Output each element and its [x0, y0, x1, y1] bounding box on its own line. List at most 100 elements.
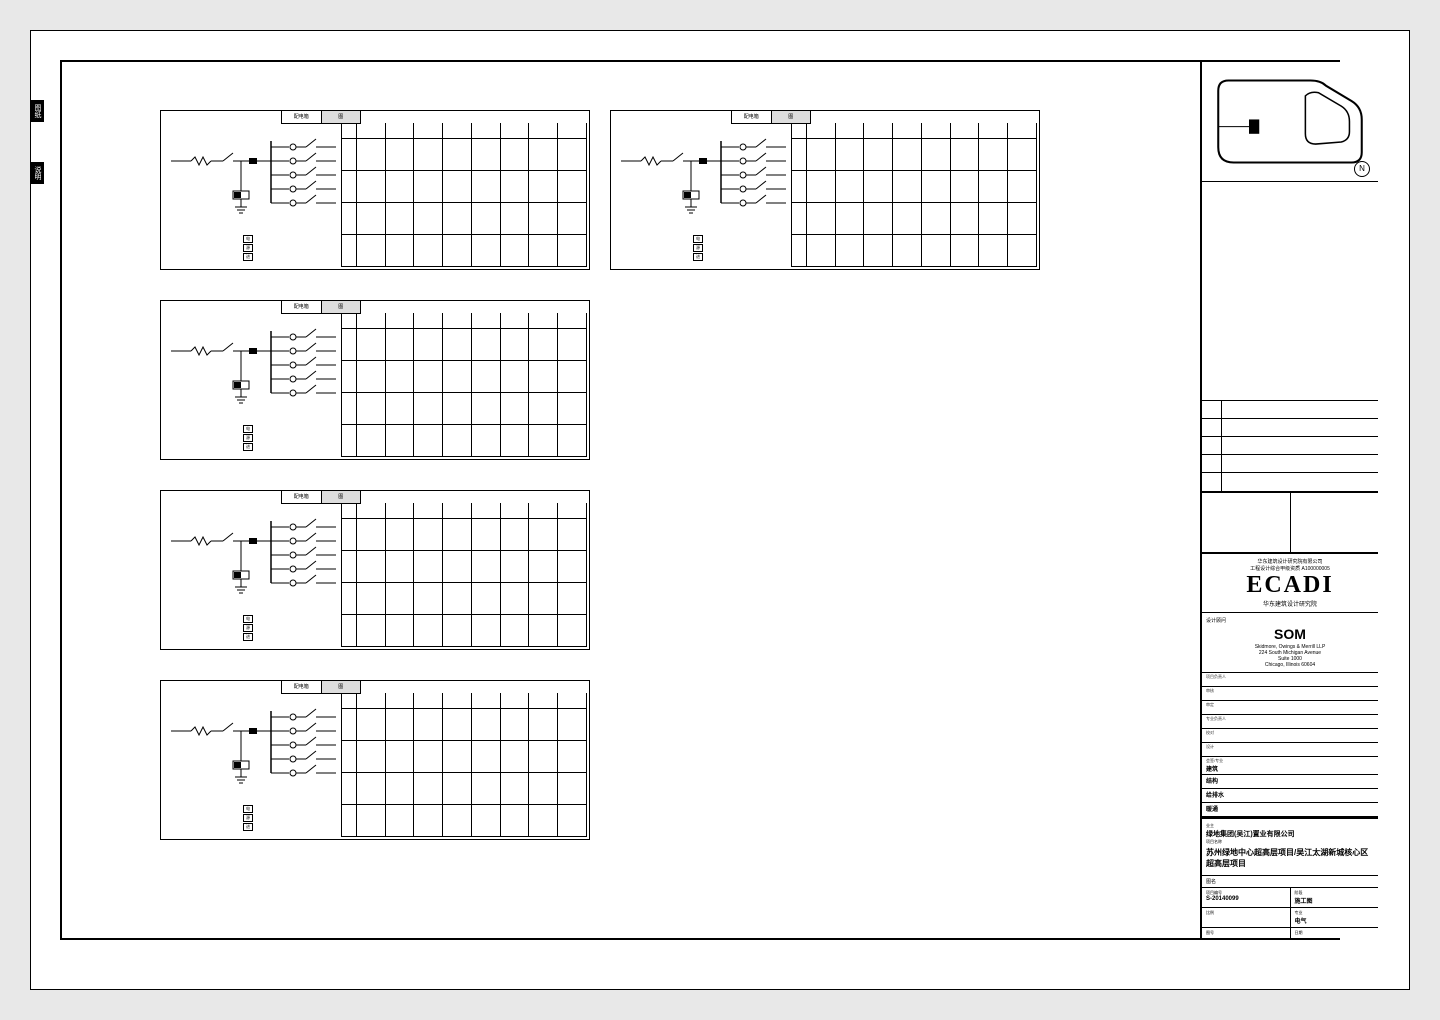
badge-char: 进 [693, 253, 703, 261]
field-label: 专业负责人 [1206, 716, 1374, 722]
revision-row [1202, 401, 1378, 419]
date-label: 日期 [1295, 930, 1375, 936]
stamp-cell-2 [1291, 493, 1379, 552]
dwg-cell: 图号 [1202, 928, 1291, 938]
rev-no [1202, 437, 1222, 454]
field-label: 审定 [1206, 702, 1374, 708]
diagram-area: 配电箱图 [80, 80, 1060, 920]
block-header: 配电箱图 [281, 300, 361, 314]
scale-label: 比例 [1206, 910, 1286, 916]
signature-fields: 项目负责人审核审定专业负责人校对设计会签/专业建筑结构给排水暖通 [1202, 672, 1378, 817]
revision-row [1202, 419, 1378, 437]
badge-char: 源 [243, 814, 253, 822]
circuit-table [341, 693, 587, 837]
consultant-name: SOM [1206, 626, 1374, 642]
stamp-area [1202, 492, 1378, 552]
edge-label-2: 说明 [30, 162, 44, 184]
badge-char: 电 [243, 805, 253, 813]
circuit-diagram [171, 521, 341, 613]
consultant-label: 设计顾问 [1206, 617, 1374, 624]
field-label: 审核 [1206, 688, 1374, 694]
circuit-table-grid [342, 123, 587, 267]
schematic-block: 配电箱图 [160, 300, 590, 460]
disc-val: 电气 [1295, 916, 1375, 925]
field-label: 项目负责人 [1206, 674, 1374, 680]
schematic-block: 配电箱图 [160, 490, 590, 650]
signature-field: 设计 [1202, 743, 1378, 757]
badge-char: 电 [243, 425, 253, 433]
consultant-block: 设计顾问 SOM Skidmore, Owings & Merrill LLP … [1202, 612, 1378, 672]
badge-char: 源 [243, 624, 253, 632]
revision-table [1202, 400, 1378, 492]
block-header-a: 配电箱 [282, 491, 322, 503]
circuit-table-grid [342, 693, 587, 837]
badge-char: 源 [693, 244, 703, 252]
firm-name-sub: 华东建筑设计研究院 [1206, 599, 1374, 608]
north-arrow: N [1354, 161, 1370, 177]
schematic-block: 配电箱图 [610, 110, 1040, 270]
edge-label-1: 图纸 [30, 100, 44, 122]
block-header: 配电箱图 [281, 680, 361, 694]
badge-char: 电 [693, 235, 703, 243]
sheet-title: 图名 [1202, 875, 1378, 887]
badge-char: 源 [243, 244, 253, 252]
rev-desc [1222, 455, 1378, 472]
badge-char: 进 [243, 443, 253, 451]
rev-no [1202, 455, 1222, 472]
signature-field: 审核 [1202, 687, 1378, 701]
field-val: 暖通 [1206, 804, 1374, 813]
block-header-b: 图 [322, 681, 361, 693]
revision-row [1202, 473, 1378, 491]
revision-row [1202, 455, 1378, 473]
field-val: 建筑 [1206, 764, 1374, 773]
signature-field: 项目负责人 [1202, 673, 1378, 687]
signature-field: 结构 [1202, 775, 1378, 789]
block-header-a: 配电箱 [282, 301, 322, 313]
rev-desc [1222, 419, 1378, 436]
keyplan-outline [1208, 68, 1372, 175]
block-header-b: 图 [772, 111, 811, 123]
circuit-table-grid [342, 313, 587, 457]
circuit-diagram [171, 331, 341, 423]
block-header-a: 配电箱 [732, 111, 772, 123]
signature-field: 会签/专业建筑 [1202, 757, 1378, 775]
block-header-b: 图 [322, 491, 361, 503]
project-no-cell: 项目编号 S-20140099 [1202, 888, 1291, 907]
rev-no [1202, 473, 1222, 491]
rev-desc [1222, 473, 1378, 491]
block-header: 配电箱图 [281, 490, 361, 504]
field-label: 设计 [1206, 744, 1374, 750]
signature-field: 暖通 [1202, 803, 1378, 817]
block-header-a: 配电箱 [282, 111, 322, 123]
firm-cert: 工程设计综合甲级资质 A100000005 [1206, 565, 1374, 572]
field-val: 结构 [1206, 776, 1374, 785]
badge-char: 电 [243, 235, 253, 243]
scale-cell: 比例 [1202, 908, 1291, 927]
circuit-table [341, 313, 587, 457]
rev-desc [1222, 437, 1378, 454]
bottom-row-3: 图号 日期 [1202, 927, 1378, 938]
block-header-b: 图 [322, 301, 361, 313]
signature-field: 校对 [1202, 729, 1378, 743]
source-badge: 电源进 [243, 615, 253, 641]
signature-field: 给排水 [1202, 789, 1378, 803]
rev-no [1202, 419, 1222, 436]
circuit-diagram [621, 141, 791, 233]
badge-char: 进 [243, 633, 253, 641]
firm-logo: 华东建筑设计研究院有限公司 工程设计综合甲级资质 A100000005 ECAD… [1202, 552, 1378, 612]
firm-logo-text: ECADI [1206, 572, 1374, 599]
block-header-b: 图 [322, 111, 361, 123]
field-label: 校对 [1206, 730, 1374, 736]
title-spacer [1202, 182, 1378, 400]
keyplan: N [1202, 62, 1378, 182]
signature-field: 审定 [1202, 701, 1378, 715]
field-val: 给排水 [1206, 790, 1374, 799]
bottom-row-1: 项目编号 S-20140099 阶段 施工图 [1202, 887, 1378, 907]
title-block: N 华东建筑设计研究院有限公司 工程设计综合甲级资质 A100000005 EC… [1200, 62, 1378, 938]
circuit-table-grid [342, 503, 587, 647]
project-no: S-20140099 [1206, 896, 1286, 902]
dwg-label: 图号 [1206, 930, 1286, 936]
schematic-block: 配电箱图 [160, 110, 590, 270]
rev-no [1202, 401, 1222, 418]
project-name: 苏州绿地中心超高层项目/吴江太湖新城核心区超高层项目 [1206, 845, 1374, 871]
